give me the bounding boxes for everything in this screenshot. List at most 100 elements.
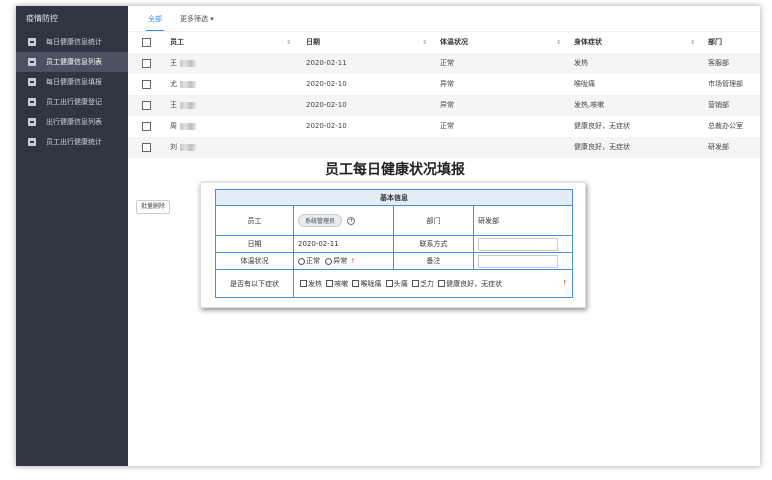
row-temperature: 异常: [440, 80, 454, 88]
row-date: 2020-02-11: [306, 59, 347, 67]
redacted-name: [180, 122, 196, 130]
temp-abnormal-label: 异常: [333, 257, 348, 265]
document-icon: [28, 58, 36, 66]
department-value: 研发部: [473, 205, 573, 236]
redacted-name: [180, 101, 196, 109]
symptom-option-label: 健康良好，无症状: [446, 279, 503, 288]
row-date: 2020-02-10: [306, 101, 347, 109]
row-checkbox[interactable]: [142, 59, 151, 68]
row-department: 客服部: [708, 59, 729, 67]
batch-delete-button[interactable]: 批量删除: [136, 200, 171, 214]
select-all-checkbox[interactable]: [142, 38, 151, 47]
sidebar-item-label: 每日健康信息统计: [46, 38, 102, 46]
form-section-title: 基本信息: [215, 189, 573, 206]
row-department: 营销部: [708, 101, 729, 109]
symptom-option-label: 乏力: [419, 279, 434, 288]
row-checkbox[interactable]: [142, 122, 151, 131]
table-row[interactable]: 王 2020-02-11 正常 发热 客服部: [128, 53, 760, 74]
add-user-icon[interactable]: +: [347, 217, 356, 225]
sidebar-item-daily-report[interactable]: 每日健康信息填报: [16, 72, 128, 92]
document-icon: [28, 38, 36, 46]
redacted-name: [180, 59, 196, 67]
sidebar-title: 疫情防控: [26, 14, 58, 23]
row-temperature: 正常: [440, 122, 454, 130]
row-checkbox[interactable]: [142, 101, 151, 110]
symptom-options: 发热 咳嗽 喉咙痛 头痛 乏力 健康良好，无症状 !: [293, 269, 573, 298]
sidebar-item-travel-stats[interactable]: 员工出行健康统计: [16, 132, 128, 152]
col-department: 部门: [708, 38, 722, 46]
row-employee: 王: [170, 101, 177, 109]
sort-icon[interactable]: ⇕: [422, 32, 427, 53]
symptom-checkbox[interactable]: [326, 280, 334, 287]
date-value[interactable]: 2020-02-11: [293, 235, 394, 253]
sidebar-item-daily-stats[interactable]: 每日健康信息统计: [16, 32, 128, 52]
symptom-checkbox[interactable]: [385, 280, 393, 287]
table-row[interactable]: 刘 健康良好，无症状 研发部: [128, 137, 760, 158]
symptom-option-label: 咳嗽: [334, 279, 349, 288]
health-report-form: 基本信息 员工 系统管理员 + 部门 研发部 日期 2020-02-11 联系方…: [200, 182, 586, 308]
sidebar-item-label: 员工健康信息列表: [46, 58, 102, 66]
sort-icon[interactable]: ⇕: [556, 32, 561, 53]
table-header: 员工 ⇕ 日期 ⇕ 体温状况 ⇕ 身体症状 ⇕ 部门: [128, 32, 760, 53]
department-label: 部门: [393, 205, 474, 236]
document-icon: [28, 98, 36, 106]
sidebar-item-travel-register[interactable]: 员工出行健康登记: [16, 92, 128, 112]
row-symptoms: 发热,咳嗽: [574, 101, 605, 109]
health-table: 员工 ⇕ 日期 ⇕ 体温状况 ⇕ 身体症状 ⇕ 部门 王 2020-02-11 …: [128, 32, 760, 158]
row-checkbox[interactable]: [142, 80, 151, 89]
document-icon: [28, 118, 36, 126]
table-row[interactable]: 周 2020-02-10 正常 健康良好，无症状 总裁办公室: [128, 116, 760, 137]
symptom-option-label: 头痛: [393, 279, 408, 288]
sidebar-item-label: 员工出行健康统计: [46, 138, 102, 146]
temperature-label: 体温状况: [215, 252, 294, 270]
note-input[interactable]: [478, 254, 558, 268]
row-symptoms: 喉咙痛: [574, 80, 595, 88]
row-temperature: 正常: [440, 59, 454, 67]
table-row[interactable]: 尤 2020-02-10 异常 喉咙痛 市场管理部: [128, 74, 760, 95]
symptom-checkbox[interactable]: [300, 280, 307, 287]
sort-icon[interactable]: ⇕: [286, 32, 291, 53]
row-department: 市场管理部: [708, 80, 743, 88]
table-row[interactable]: 王 2020-02-10 异常 发热,咳嗽 营销部: [128, 95, 760, 116]
row-symptoms: 发热: [574, 59, 588, 67]
required-mark: !: [351, 257, 355, 265]
date-label: 日期: [215, 235, 294, 253]
symptom-checkbox[interactable]: [411, 280, 419, 287]
col-date: 日期: [306, 38, 320, 46]
col-employee: 员工: [170, 38, 184, 46]
temp-normal-radio[interactable]: [298, 257, 305, 265]
redacted-name: [180, 143, 196, 151]
sidebar-item-health-list[interactable]: 员工健康信息列表: [16, 52, 128, 72]
row-temperature: 异常: [440, 101, 454, 109]
row-checkbox[interactable]: [142, 143, 151, 152]
col-symptoms: 身体症状: [574, 38, 602, 46]
row-employee: 刘: [170, 143, 177, 151]
sidebar: 疫情防控 每日健康信息统计 员工健康信息列表 每日健康信息填报 员工出行健康登记…: [16, 6, 128, 466]
sidebar-item-label: 出行健康信息列表: [46, 118, 102, 126]
contact-input[interactable]: [478, 237, 558, 251]
col-temperature: 体温状况: [440, 38, 468, 46]
symptom-option-label: 喉咙痛: [360, 279, 382, 288]
sort-icon[interactable]: ⇕: [690, 32, 695, 53]
employee-tag[interactable]: 系统管理员: [298, 214, 343, 227]
symptom-checkbox[interactable]: [438, 280, 446, 287]
symptom-checkbox[interactable]: [352, 280, 360, 287]
document-icon: [28, 78, 36, 86]
row-department: 研发部: [708, 143, 729, 151]
filter-tab-all[interactable]: 全部: [146, 14, 164, 31]
contact-label: 联系方式: [393, 235, 474, 253]
form-title: 员工每日健康状况填报: [200, 160, 590, 180]
row-employee: 尤: [170, 80, 177, 88]
row-symptoms: 健康良好，无症状: [574, 122, 630, 130]
row-date: 2020-02-10: [306, 122, 347, 130]
form-table: 基本信息 员工 系统管理员 + 部门 研发部 日期 2020-02-11 联系方…: [215, 189, 573, 298]
sidebar-item-travel-list[interactable]: 出行健康信息列表: [16, 112, 128, 132]
row-date: 2020-02-10: [306, 80, 347, 88]
filter-more-dropdown[interactable]: 更多筛选 ▾: [180, 14, 214, 24]
row-employee: 王: [170, 59, 177, 67]
required-mark: !: [563, 279, 566, 287]
temp-abnormal-radio[interactable]: [325, 257, 333, 265]
note-label: 备注: [393, 252, 474, 270]
row-symptoms: 健康良好，无症状: [574, 143, 630, 151]
temp-normal-label: 正常: [306, 257, 320, 265]
